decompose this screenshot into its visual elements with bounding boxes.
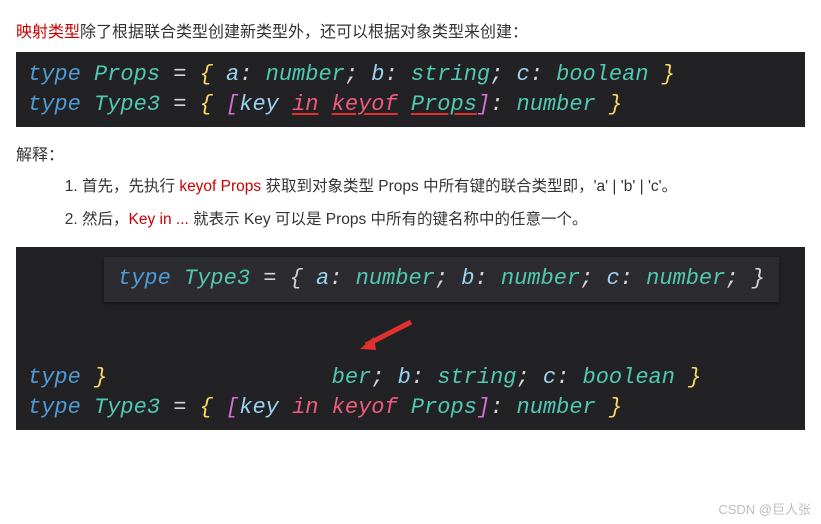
colon: :	[556, 365, 569, 390]
keyword-type: type	[28, 92, 81, 117]
intro-rest: 除了根据联合类型创建新类型外，还可以根据对象类型来创建：	[80, 24, 528, 41]
rbrace: }	[94, 365, 107, 390]
key-var: key	[239, 395, 279, 420]
type-tooltip: type Type3 = { a: number; b: number; c: …	[104, 257, 779, 302]
type-props: Props	[94, 62, 160, 87]
prop-b: b	[398, 365, 411, 390]
semi: ;	[490, 62, 503, 87]
lbracket: [	[226, 92, 239, 117]
type-boolean: boolean	[556, 62, 648, 87]
key-var: key	[239, 92, 279, 117]
type-number: number	[517, 395, 596, 420]
semi: ;	[580, 266, 593, 291]
colon: :	[239, 62, 252, 87]
op-keyof: keyof	[332, 395, 398, 420]
colon: :	[490, 92, 503, 117]
semi: ;	[345, 62, 358, 87]
keyword-type: type	[28, 395, 81, 420]
item2-post: 就表示 Key 可以是 Props 中所有的键名称中的任意一个。	[189, 211, 588, 228]
type-type3: Type3	[94, 92, 160, 117]
list-item: 首先，先执行 keyof Props 获取到对象类型 Props 中所有键的联合…	[82, 175, 805, 200]
item1-red: keyof Props	[179, 178, 261, 195]
rbrace: }	[752, 266, 765, 291]
explain-heading: 解释：	[16, 141, 805, 165]
colon: :	[329, 266, 342, 291]
lbrace: {	[200, 395, 213, 420]
item1-pre: 首先，先执行	[82, 178, 179, 195]
colon: :	[474, 266, 487, 291]
rbrace: }	[662, 62, 675, 87]
rbracket: ]	[477, 92, 490, 117]
colon: :	[620, 266, 633, 291]
explanation-list: 首先，先执行 keyof Props 获取到对象类型 Props 中所有键的联合…	[16, 175, 805, 233]
item1-post: 获取到对象类型 Props 中所有键的联合类型即，'a' | 'b' | 'c'…	[261, 178, 677, 195]
intro-paragraph: 映射类型除了根据联合类型创建新类型外，还可以根据对象类型来创建：	[16, 18, 805, 42]
semi: ;	[725, 266, 738, 291]
keyword-type: type	[118, 266, 171, 291]
semi: ;	[435, 266, 448, 291]
colon: :	[530, 62, 543, 87]
type-type3: Type3	[184, 266, 250, 291]
type-number: number	[646, 266, 725, 291]
prop-c: c	[543, 365, 556, 390]
list-item: 然后，Key in ... 就表示 Key 可以是 Props 中所有的键名称中…	[82, 208, 805, 233]
item2-red: Key in ...	[129, 211, 189, 228]
lbracket: [	[226, 395, 239, 420]
op-in: in	[292, 92, 318, 117]
equals: =	[173, 395, 186, 420]
semi: ;	[371, 365, 384, 390]
type-boolean: boolean	[583, 365, 675, 390]
rbrace: }	[688, 365, 701, 390]
prop-a: a	[226, 62, 239, 87]
item2-pre: 然后，	[82, 211, 129, 228]
equals: =	[173, 62, 186, 87]
keyword-type: type	[28, 365, 81, 390]
colon: :	[490, 395, 503, 420]
second-code-area: type } ber; b: string; c: boolean } type…	[16, 247, 805, 430]
op-keyof: keyof	[332, 92, 398, 117]
op-in: in	[292, 395, 318, 420]
keyword-type: type	[28, 62, 81, 87]
type-number: number	[356, 266, 435, 291]
type-number: number	[517, 92, 596, 117]
prop-a: a	[316, 266, 329, 291]
type-type3: Type3	[94, 395, 160, 420]
colon: :	[384, 62, 397, 87]
code-block-1: type Props = { a: number; b: string; c: …	[16, 52, 805, 127]
type-string: string	[437, 365, 516, 390]
type-number: number	[266, 62, 345, 87]
equals: =	[263, 266, 276, 291]
colon: :	[411, 365, 424, 390]
lbrace: {	[200, 92, 213, 117]
rbrace: }	[609, 92, 622, 117]
props-ref: Props	[411, 92, 477, 117]
prop-b: b	[371, 62, 384, 87]
equals: =	[173, 92, 186, 117]
rbrace: }	[609, 395, 622, 420]
intro-highlight: 映射类型	[16, 24, 80, 41]
lbrace: {	[290, 266, 303, 291]
watermark: CSDN @巨人张	[718, 499, 811, 518]
type-number: number	[501, 266, 580, 291]
rbracket: ]	[477, 395, 490, 420]
type-string: string	[411, 62, 490, 87]
semi: ;	[517, 365, 530, 390]
partial-ber: ber	[332, 365, 372, 390]
arrow-icon	[356, 317, 416, 357]
prop-c: c	[607, 266, 620, 291]
props-ref: Props	[411, 395, 477, 420]
prop-c: c	[517, 62, 530, 87]
prop-b: b	[461, 266, 474, 291]
lbrace: {	[200, 62, 213, 87]
